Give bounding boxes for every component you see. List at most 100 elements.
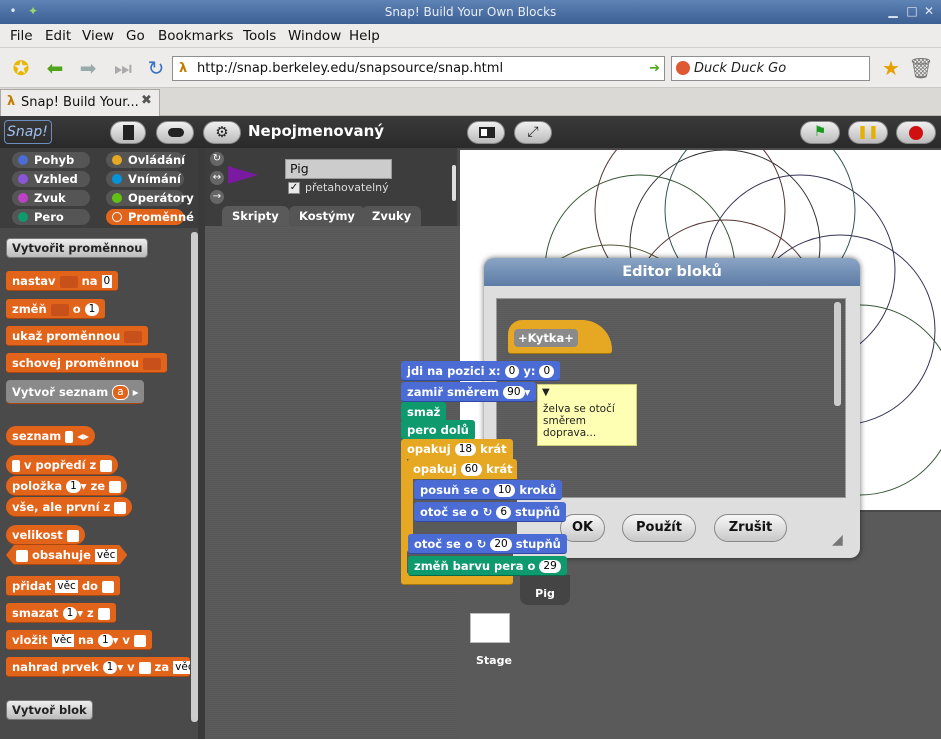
palette-scrollbar[interactable] [191, 232, 198, 722]
close-icon[interactable]: ✕ [922, 4, 936, 18]
category-looks[interactable]: Vzhled [12, 171, 90, 187]
block-length[interactable]: velikost [6, 525, 85, 545]
menu-view[interactable]: View [82, 28, 114, 44]
category-pen[interactable]: Pero [12, 209, 90, 225]
block-in-front-of[interactable]: v popředí z [6, 455, 119, 475]
menu-edit[interactable]: Edit [45, 28, 71, 44]
input-slot[interactable]: a [112, 385, 129, 400]
minimize-icon[interactable]: ▁ [886, 4, 900, 18]
menu-go[interactable]: Go [126, 28, 145, 44]
block-insert-at[interactable]: vložit věc na 1 ▾ v [6, 630, 152, 650]
list-slot[interactable] [97, 607, 110, 620]
input-slot[interactable]: 1 [84, 303, 100, 316]
input-slot[interactable]: věc [55, 580, 78, 593]
sprite-name-input[interactable]: Pig [285, 159, 392, 179]
stop-button[interactable] [896, 121, 936, 144]
presentation-button[interactable]: ⤢ [514, 121, 552, 144]
input-slot[interactable] [65, 430, 74, 443]
block-clear[interactable]: smaž [401, 402, 447, 422]
reload-icon[interactable]: ↻ [143, 56, 169, 80]
block-contains[interactable]: obsahuje věc [6, 545, 127, 565]
list-slot[interactable] [133, 634, 146, 647]
corral-sprite-pig[interactable]: Pig [520, 575, 570, 605]
dropdown-slot[interactable] [124, 330, 143, 343]
input-slot[interactable]: 1 [62, 607, 78, 620]
make-variable-button[interactable]: Vytvořit proměnnou [6, 238, 149, 258]
tab-sounds[interactable]: Zvuky [362, 206, 422, 226]
editor-scrollbar[interactable] [834, 302, 841, 406]
forward-arrow-icon[interactable]: ➡ [75, 56, 101, 80]
input-slot[interactable]: 90 [503, 386, 525, 399]
category-sound[interactable]: Zvuk [12, 190, 90, 206]
block-delete-of[interactable]: smazat 1 ▾ z [6, 603, 116, 623]
list-slot[interactable] [16, 550, 28, 562]
input-slot[interactable]: 29 [539, 560, 561, 573]
resize-grip-icon[interactable]: ◢ [832, 532, 843, 548]
bookmark-star-icon[interactable]: ✪ [8, 56, 34, 80]
block-hide-var[interactable]: schovej proměnnou [6, 353, 168, 373]
block-move-steps[interactable]: posuň se o 10 kroků [414, 480, 563, 500]
pause-button[interactable]: ❚❚ [848, 121, 888, 144]
menu-tools[interactable]: Tools [243, 28, 276, 44]
stop-icon[interactable]: ⏭ [110, 56, 136, 80]
input-slot[interactable]: 20 [490, 538, 512, 551]
tab-close-icon[interactable]: ✖ [141, 93, 152, 108]
input-slot[interactable]: 1 [97, 634, 113, 647]
no-rotate-icon[interactable]: → [210, 190, 224, 204]
menu-window[interactable]: Window [288, 28, 341, 44]
spritebar-resize-handle[interactable] [452, 165, 456, 201]
stage-size-button[interactable] [467, 121, 505, 144]
cloud-button[interactable] [156, 121, 194, 144]
input-slot[interactable]: 10 [493, 484, 516, 497]
input-slot[interactable]: věc [95, 549, 117, 562]
menu-bookmarks[interactable]: Bookmarks [158, 28, 233, 44]
input-slot[interactable]: 1 [102, 661, 118, 674]
tab-costumes[interactable]: Kostýmy [289, 206, 365, 226]
block-point-direction[interactable]: zamiř směrem 90 ▾ [401, 382, 537, 402]
dropdown-slot[interactable] [50, 303, 69, 316]
dropdown-slot[interactable] [143, 357, 162, 370]
input-slot[interactable]: 0 [504, 365, 520, 378]
block-goto-xy[interactable]: jdi na pozici x: 0 y: 0 [401, 361, 561, 381]
input-slot[interactable]: 18 [454, 443, 477, 456]
rotate-style-icon[interactable]: ↻ [210, 152, 224, 166]
input-slot[interactable]: 60 [460, 463, 483, 476]
list-slot[interactable] [114, 501, 127, 514]
block-show-var[interactable]: ukaž proměnnou [6, 326, 149, 346]
block-turn-right-2[interactable]: otoč se o ↻ 20 stupňů [408, 534, 567, 554]
block-item-of[interactable]: položka 1 ▾ ze [6, 476, 128, 496]
input-slot[interactable]: věc [51, 634, 74, 647]
block-change-pen-color[interactable]: změň barvu pera o 29 [408, 556, 567, 576]
menu-file[interactable]: File [10, 28, 33, 44]
input-slot[interactable]: věc [173, 661, 190, 674]
list-slot[interactable] [101, 580, 114, 593]
flip-style-icon[interactable]: ↔ [210, 171, 224, 185]
menu-help[interactable]: Help [349, 28, 380, 44]
block-all-but-first[interactable]: vše, ale první z [6, 497, 133, 517]
maximize-icon[interactable]: □ [905, 4, 919, 18]
stage-thumbnail[interactable] [470, 613, 510, 643]
snap-logo[interactable]: Snap! [4, 120, 52, 144]
cancel-button[interactable]: Zrušit [714, 514, 787, 542]
custom-block-hat[interactable]: +Kytka+ [508, 320, 612, 354]
search-input[interactable]: Duck Duck Go [671, 56, 870, 81]
settings-button[interactable]: ⚙ [203, 121, 241, 144]
bookmarks-icon[interactable]: ★ [878, 56, 904, 80]
block-replace-item[interactable]: nahrad prvek 1▾ v za věc [6, 657, 190, 677]
list-slot[interactable] [138, 661, 151, 674]
category-control[interactable]: Ovládání [106, 152, 185, 168]
category-sensing[interactable]: Vnímání [106, 171, 184, 187]
url-input[interactable]: λ http://snap.berkeley.edu/snapsource/sn… [172, 56, 665, 81]
apply-button[interactable]: Použít [622, 514, 696, 542]
pane-divider[interactable] [198, 148, 205, 739]
input-slot[interactable]: 1 [66, 480, 81, 493]
draggable-checkbox[interactable]: ✓ [288, 182, 300, 194]
green-flag-button[interactable]: ⚑ [800, 121, 840, 144]
input-slot[interactable]: 0 [101, 275, 113, 288]
collapse-arrow-icon[interactable]: ▼ [542, 387, 550, 399]
go-arrow-icon[interactable]: ➔ [649, 57, 660, 80]
list-slot[interactable] [66, 529, 79, 542]
block-add-to-list[interactable]: přidat věc do [6, 576, 120, 596]
input-slot[interactable]: 6 [496, 506, 512, 519]
block-turn-right[interactable]: otoč se o ↻ 6 stupňů [414, 502, 567, 522]
